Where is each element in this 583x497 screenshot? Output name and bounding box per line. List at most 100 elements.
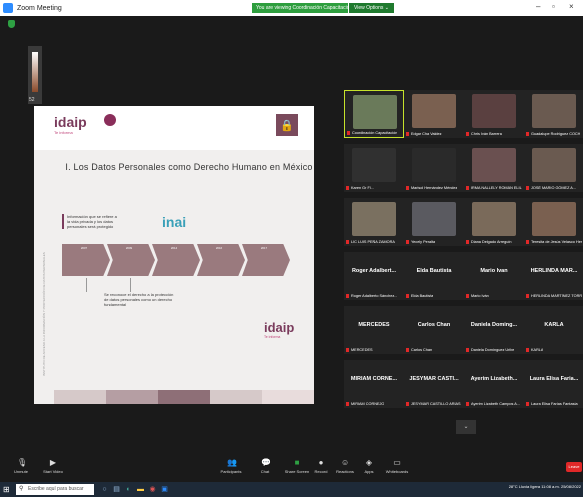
chrome-icon[interactable]: ◉ [148, 485, 157, 494]
unmute-button[interactable]: 🎙 Unmute [4, 458, 38, 480]
participant-tile[interactable]: Edgar Cha Valdez [404, 90, 464, 138]
idaip-logo-tagline: Te informa [54, 130, 73, 135]
window-title: Zoom Meeting [17, 4, 62, 12]
participant-tile[interactable]: Marisol Hernández Méndez [404, 144, 464, 192]
participant-tile[interactable]: IRMA NALLELY ROMÁN ELIL... [464, 144, 524, 192]
muted-mic-icon [526, 348, 529, 352]
participant-name-label: Roger Adalberto Sánchez... [346, 294, 397, 298]
participant-tile[interactable]: JESYMAR CASTI... JESYMAR CASTILLO ARIAS [404, 360, 464, 408]
participant-name: Diana Delgado Arreguín [471, 240, 512, 244]
participant-tile[interactable]: JOSÉ MARIO GÓMEZ A... [524, 144, 583, 192]
edge-icon[interactable]: ◐ [124, 485, 133, 494]
participant-tile[interactable]: Diana Delgado Arreguín [464, 198, 524, 246]
muted-mic-icon [526, 240, 529, 244]
restore-button[interactable]: ▫ [552, 2, 555, 11]
participant-tile[interactable]: Ayerim Lizabeth... Ayerim Lizabeth Campos… [464, 360, 524, 408]
participant-tile[interactable]: Chris Iván Barrera [464, 90, 524, 138]
participant-name: Karen Gr Fl... [351, 186, 374, 190]
participant-tile[interactable]: Elda Bautista Elda Bautista [404, 252, 464, 300]
participant-display-name: Ayerim Lizabeth... [470, 376, 518, 382]
chat-button[interactable]: 💬 Chat [248, 458, 282, 480]
participant-tile[interactable]: MIRIAM CORNE... MIRIAM CORNEJO [344, 360, 404, 408]
participant-name: KARLA [531, 348, 544, 352]
timeline-arrow: 2014 [152, 244, 200, 276]
participant-video [532, 94, 576, 128]
participant-tile[interactable]: Laura Elisa Faria... Laura Elisa Farías F… [524, 360, 583, 408]
participant-name-label: Daniela Domínguez Uribe [466, 348, 514, 352]
participant-display-name: Laura Elisa Faria... [529, 376, 579, 382]
muted-mic-icon [526, 294, 529, 298]
timeline-arrow: 2017 [242, 244, 290, 276]
muted-mic-icon [466, 294, 469, 298]
slide-info-box: Información que se refiere a la vida pri… [62, 214, 120, 229]
participant-tile[interactable]: Carlos Chan Carlos Chan [404, 306, 464, 354]
participant-name: Teresita de Jesús Velasco Hern... [531, 240, 582, 244]
participant-tile[interactable]: Mario Ivan Mario Iván [464, 252, 524, 300]
muted-mic-icon [347, 131, 350, 135]
reactions-icon: ☺ [341, 458, 350, 467]
leave-button[interactable]: Leave [566, 462, 582, 472]
system-tray: 28°C Lluvia ligera 11:08 a.m. 25/08/2022 [509, 484, 581, 489]
participant-tile[interactable]: Teresita de Jesús Velasco Hern... [524, 198, 583, 246]
idaip-logo-tagline: Te informa [264, 335, 281, 339]
participant-tile[interactable]: HERLINDA MAR... HERLINDA MARTÍNEZ TORRES [524, 252, 583, 300]
gallery-scroll-down-button[interactable]: ⌄ [456, 420, 476, 434]
meeting-toolbar: 🎙 Unmute ▶ Start Video 👥 Participants 💬 Chat… [0, 456, 583, 482]
participant-name-label: HERLINDA MARTÍNEZ TORRES [526, 294, 582, 298]
participant-video [472, 94, 516, 128]
close-button[interactable]: × [569, 2, 574, 11]
muted-mic-icon [346, 348, 349, 352]
minimize-button[interactable]: – [536, 2, 540, 11]
participant-display-name: MERCEDES [358, 322, 390, 328]
participant-tile[interactable]: Coordinación Capacitación [344, 90, 404, 138]
slide-side-text: INSTITUTO DE ACCESO A LA INFORMACIÓN Y P… [42, 252, 46, 376]
participant-tile[interactable]: Yecely Peralta [404, 198, 464, 246]
file-explorer-icon[interactable]: ▬ [136, 485, 145, 494]
muted-mic-icon [346, 294, 349, 298]
chat-icon: 💬 [261, 458, 271, 467]
participant-name-label: Edgar Cha Valdez [406, 132, 442, 136]
slide-title: I. Los Datos Personales como Derecho Hum… [65, 162, 313, 172]
participant-tile[interactable]: Roger Adalbert... Roger Adalberto Sánchez… [344, 252, 404, 300]
idaip-logo-text: idaip [54, 114, 87, 130]
participant-name-label: Guadalupe Rodríguez COCH [526, 132, 580, 136]
participant-video [352, 148, 396, 182]
security-shield-icon[interactable] [8, 20, 15, 28]
cortana-icon[interactable]: ○ [100, 485, 109, 494]
participant-name: Ayerim Lizabeth Campos A... [471, 402, 520, 406]
muted-mic-icon [526, 132, 529, 136]
participant-name: Mario Iván [471, 294, 489, 298]
participant-video [532, 148, 576, 182]
windows-start-icon[interactable]: ⊞ [3, 485, 12, 494]
start-video-button[interactable]: ▶ Start Video [36, 458, 70, 480]
taskbar-search-input[interactable]: Escribe aquí para buscar [16, 484, 94, 495]
participant-name-label: Coordinación Capacitación [347, 131, 397, 135]
participant-name: JOSÉ MARIO GÓMEZ A... [531, 186, 576, 190]
idaip-logo-secondary: idaip Te informa [264, 320, 294, 339]
participant-tile[interactable]: Karen Gr Fl... [344, 144, 404, 192]
participant-tile[interactable]: Guadalupe Rodríguez COCH [524, 90, 583, 138]
connector-line [86, 278, 87, 292]
participant-name: Yecely Peralta [411, 240, 436, 244]
record-label: Record [314, 469, 328, 474]
participants-button[interactable]: 👥 Participants [214, 458, 248, 480]
participant-tile[interactable]: MERCEDES MERCEDES [344, 306, 404, 354]
participant-tile[interactable]: Daniela Doming... Daniela Domínguez Uribe [464, 306, 524, 354]
participant-name: LIC LUIS PEÑA ZAMORA [351, 240, 395, 244]
windows-taskbar: ⊞ Escribe aquí para buscar ○ ▤ ◐ ▬ ◉ ▣ 2… [0, 482, 583, 497]
task-view-icon[interactable]: ▤ [112, 485, 121, 494]
self-view-thumbnail[interactable]: 52 [28, 46, 42, 104]
participant-name-label: Karen Gr Fl... [346, 186, 374, 190]
view-options-button[interactable]: View Options ⌄ [348, 3, 394, 13]
participant-display-name: HERLINDA MAR... [530, 268, 578, 274]
participant-name: MIRIAM CORNEJO [351, 402, 385, 406]
participant-tile[interactable]: LIC LUIS PEÑA ZAMORA [344, 198, 404, 246]
timeline-arrow: 2009 [107, 244, 155, 276]
muted-mic-icon [466, 402, 469, 406]
participant-video [353, 95, 397, 129]
participant-tile[interactable]: KARLA KARLA [524, 306, 583, 354]
zoom-taskbar-icon[interactable]: ▣ [160, 485, 169, 494]
whiteboards-button[interactable]: ▭ Whiteboards [380, 458, 414, 480]
muted-mic-icon [346, 402, 349, 406]
participant-video [412, 202, 456, 236]
